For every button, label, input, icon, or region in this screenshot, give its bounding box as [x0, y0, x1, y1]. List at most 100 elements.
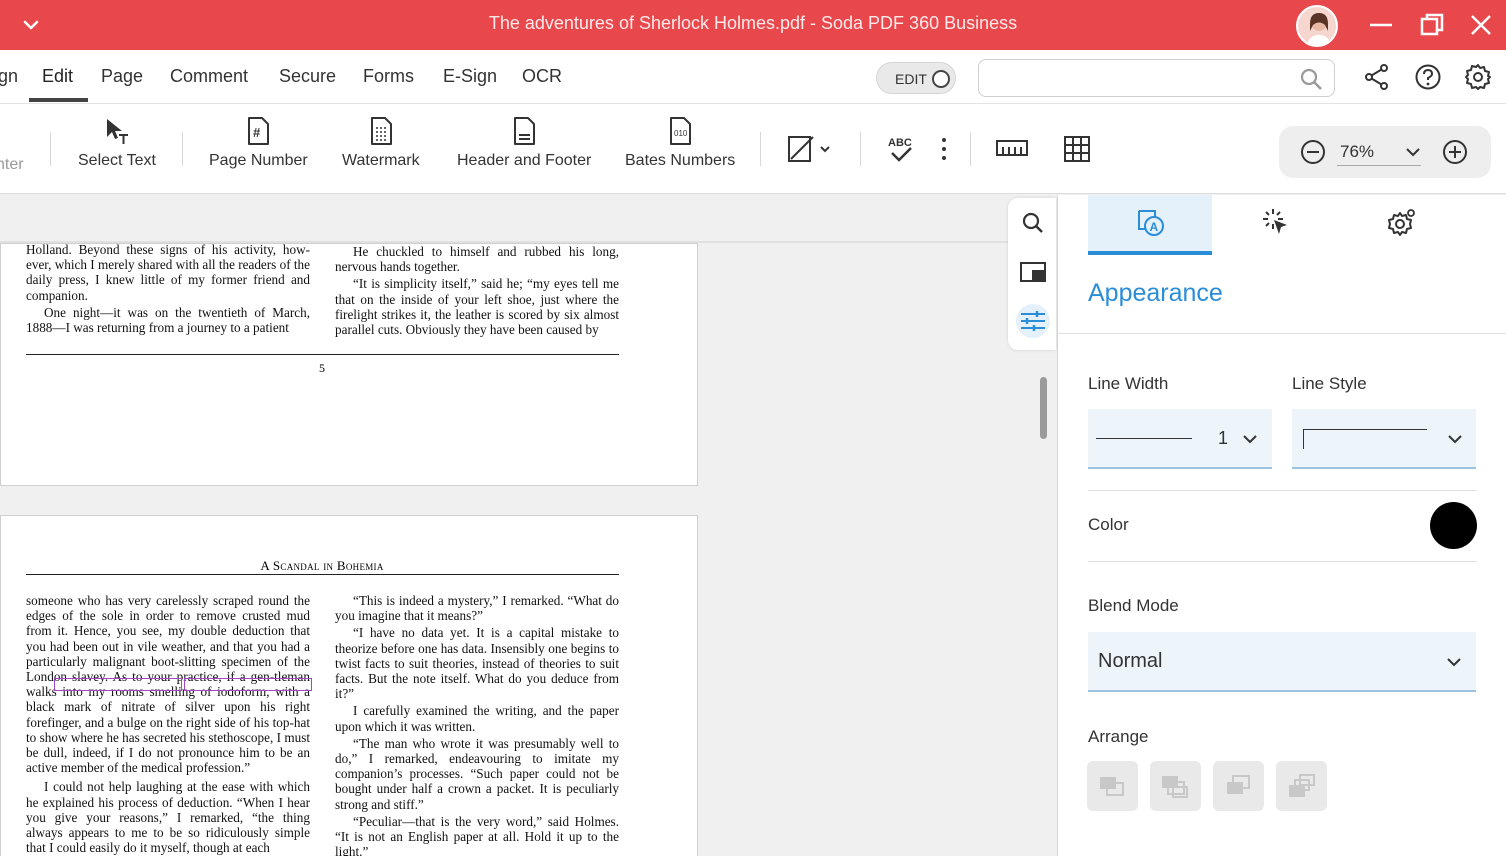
- page-number-button[interactable]: # Page Number: [209, 116, 308, 170]
- thumbnail-button[interactable]: [1016, 255, 1050, 289]
- header-footer-button[interactable]: Header and Footer: [457, 116, 591, 170]
- page-left-column: Holland. Beyond these signs of his activ…: [26, 242, 310, 335]
- paragraph: “Peculiar—that is the very word,” said H…: [335, 813, 619, 856]
- svg-text:010: 010: [674, 129, 688, 138]
- share-icon[interactable]: [1363, 63, 1391, 91]
- paragraph: “I have no data yet. It is a capital mis…: [335, 625, 619, 702]
- menu-item-edit[interactable]: Edit: [42, 66, 73, 87]
- viewer-top-strip: [0, 195, 1056, 243]
- toolbar-separator: [50, 132, 51, 166]
- menu-item-secure[interactable]: Secure: [279, 66, 336, 87]
- select-text-label: Select Text: [78, 152, 156, 169]
- grid-icon[interactable]: [1063, 135, 1091, 163]
- watermark-button[interactable]: Watermark: [342, 116, 420, 170]
- page-left-column: someone who has very carelessly scraped …: [26, 593, 310, 855]
- paragraph: Holland. Beyond these signs of his activ…: [26, 242, 310, 303]
- blend-mode-label: Blend Mode: [1088, 596, 1179, 615]
- line-style-label: Line Style: [1292, 374, 1367, 393]
- divider: [1058, 333, 1506, 334]
- menu-item-design[interactable]: gn: [0, 66, 18, 87]
- minimize-icon[interactable]: [1368, 12, 1394, 38]
- arrange-label: Arrange: [1088, 727, 1149, 746]
- svg-text:A: A: [1150, 220, 1159, 234]
- line-preview: [1096, 438, 1192, 439]
- toolbar-separator: [970, 132, 971, 166]
- bring-forward-button[interactable]: [1150, 761, 1201, 811]
- toolbar-separator: [182, 132, 183, 166]
- paragraph: One night—it was on the twentieth of Mar…: [26, 304, 310, 336]
- settings-gear-icon[interactable]: [1464, 63, 1492, 91]
- properties-button[interactable]: [1016, 304, 1050, 338]
- search-input[interactable]: [989, 60, 1289, 94]
- edit-mode-toggle[interactable]: EDIT: [876, 62, 956, 94]
- spell-check-icon[interactable]: ABC: [886, 134, 916, 164]
- color-picker-swatch[interactable]: [1430, 502, 1477, 549]
- color-label: Color: [1088, 515, 1129, 534]
- edit-object-dropdown-icon[interactable]: [786, 132, 834, 166]
- line-width-select[interactable]: 1: [1088, 409, 1272, 469]
- find-button[interactable]: [1016, 206, 1050, 240]
- active-menu-indicator: [29, 98, 88, 102]
- zoom-control: 76%: [1279, 126, 1491, 178]
- blend-mode-select[interactable]: Normal: [1088, 632, 1476, 692]
- chevron-down-icon: [1406, 148, 1420, 157]
- line-style-select[interactable]: [1292, 409, 1476, 469]
- more-options-icon[interactable]: [938, 136, 950, 162]
- edit-toolbar: nter Select Text # Page Number Watermark…: [0, 104, 1506, 194]
- window-title: The adventures of Sherlock Holmes.pdf - …: [488, 13, 1018, 33]
- footer-rule: [26, 354, 619, 355]
- menu-item-ocr[interactable]: OCR: [522, 66, 562, 87]
- running-header: A Scandal in Bohemia: [260, 558, 384, 573]
- text-selection-box[interactable]: [184, 678, 312, 691]
- menu-item-page[interactable]: Page: [101, 66, 143, 87]
- send-backward-icon: [1227, 775, 1250, 794]
- watermark-icon: [370, 117, 392, 145]
- tab-settings[interactable]: [1340, 195, 1464, 255]
- zoom-level-value: 76%: [1340, 142, 1375, 161]
- zoom-out-icon[interactable]: [1300, 139, 1326, 165]
- chevron-down-icon: [1243, 435, 1257, 444]
- paragraph: “It is simplicity itself,” said he; “my …: [335, 276, 619, 338]
- restore-icon[interactable]: [1419, 12, 1445, 38]
- svg-text:ABC: ABC: [888, 137, 912, 149]
- page-number-icon: #: [248, 117, 270, 145]
- bates-numbers-button[interactable]: 010 Bates Numbers: [625, 116, 735, 170]
- menu-item-comment[interactable]: Comment: [170, 66, 248, 87]
- zoom-in-icon[interactable]: [1442, 139, 1468, 165]
- text-selection-box[interactable]: [54, 678, 182, 691]
- paragraph: I could not help laughing at the ease wi…: [26, 779, 310, 856]
- page-right-column: He chuckled to himself and rubbed his lo…: [335, 244, 619, 337]
- bring-forward-icon: [1162, 776, 1188, 798]
- toolbar-separator: [860, 132, 861, 166]
- ruler-icon[interactable]: [996, 137, 1028, 159]
- cut-off-tool-label[interactable]: nter: [0, 156, 24, 174]
- pdf-page-5: Holland. Beyond these signs of his activ…: [0, 242, 698, 486]
- send-to-back-button[interactable]: [1276, 761, 1327, 811]
- gear-settings-icon: [1388, 209, 1415, 236]
- zoom-level-select[interactable]: 76%: [1337, 140, 1421, 166]
- line-width-value: 1: [1218, 428, 1229, 448]
- help-icon[interactable]: [1414, 63, 1442, 91]
- watermark-label: Watermark: [342, 152, 420, 169]
- send-backward-button[interactable]: [1213, 761, 1264, 811]
- close-icon[interactable]: [1468, 12, 1494, 38]
- pdf-page-6: A Scandal in Bohemia someone who has ver…: [0, 515, 698, 856]
- header-footer-label: Header and Footer: [457, 152, 592, 169]
- chevron-down-icon: [1448, 435, 1462, 444]
- select-text-button[interactable]: Select Text: [78, 116, 156, 170]
- search-icon[interactable]: [1298, 66, 1324, 92]
- user-avatar-icon[interactable]: [1296, 5, 1338, 47]
- bring-to-front-icon: [1100, 777, 1124, 796]
- line-width-label: Line Width: [1088, 374, 1169, 393]
- search-icon: [1022, 212, 1043, 233]
- vertical-scrollbar[interactable]: [1040, 377, 1047, 439]
- menu-item-esign[interactable]: E-Sign: [443, 66, 497, 87]
- bring-to-front-button[interactable]: [1087, 761, 1138, 811]
- divider: [1088, 490, 1477, 491]
- divider: [1088, 561, 1477, 562]
- tab-actions[interactable]: [1214, 195, 1338, 255]
- menu-item-forms[interactable]: Forms: [363, 66, 414, 87]
- tab-appearance[interactable]: A: [1088, 195, 1212, 255]
- toggle-knob: [932, 70, 950, 88]
- document-viewer[interactable]: Holland. Beyond these signs of his activ…: [0, 195, 1056, 856]
